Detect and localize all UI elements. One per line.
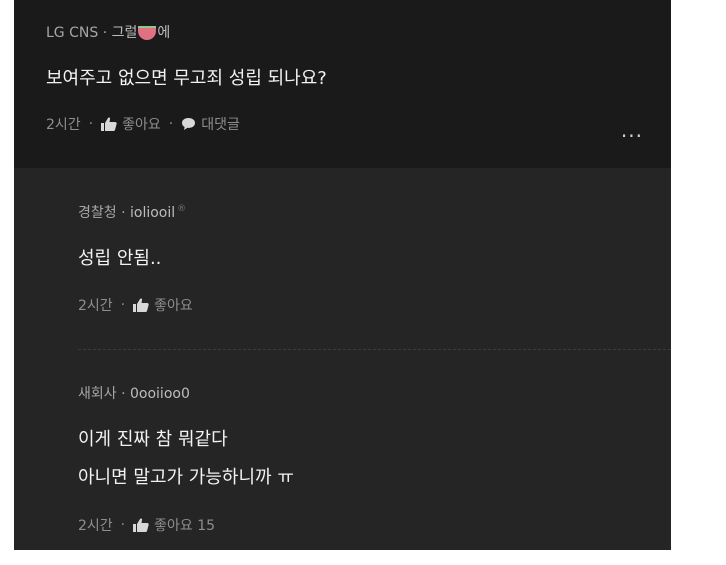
author-nickname[interactable]: ioliooil <box>130 205 175 221</box>
parent-comment: LG CNS · 그럴 에 보여주고 없으면 무고죄 성립 되나요? 2시간 · … <box>14 0 671 168</box>
author-nickname[interactable]: 그럴 <box>112 25 138 41</box>
reply-time: 2시간 <box>78 298 113 314</box>
reply-time: 2시간 <box>78 518 113 534</box>
meta-dot: · <box>120 517 126 533</box>
thumbs-up-icon <box>133 298 149 312</box>
meta-separator: · <box>102 25 108 41</box>
author-nickname-suffix: 에 <box>157 25 171 41</box>
like-label: 좋아요 <box>154 298 193 314</box>
meta-separator: · <box>121 205 126 221</box>
like-button[interactable]: 좋아요 <box>133 295 193 315</box>
more-dots-icon[interactable]: ... <box>621 118 643 142</box>
meta-separator: · <box>121 386 126 402</box>
reply-button[interactable]: 대댓글 <box>181 114 240 134</box>
comment-text: 보여주고 없으면 무고죄 성립 되나요? <box>46 68 327 89</box>
comment-actions: 2시간 · 좋아요 · 대댓글 <box>46 114 240 134</box>
author-company: 경찰청 <box>78 205 117 221</box>
meta-dot: · <box>88 116 94 132</box>
author-company: LG CNS <box>46 25 99 41</box>
like-button[interactable]: 좋아요 <box>101 114 161 134</box>
watermelon-icon <box>138 26 157 40</box>
reply-text-line-1: 이게 진짜 참 뭐같다 <box>78 429 228 450</box>
reply-divider <box>78 349 671 350</box>
reply-label: 대댓글 <box>201 117 240 133</box>
author-nickname[interactable]: 0ooiioo0 <box>130 386 190 402</box>
reply-text: 성립 안됨.. <box>78 248 162 269</box>
speech-bubble-icon <box>182 118 196 130</box>
reply-author-line: 경찰청 · ioliooil ® <box>78 202 186 222</box>
reply-actions: 2시간 · 좋아요 <box>78 295 193 315</box>
comment-time: 2시간 <box>46 117 81 133</box>
comment-thread: LG CNS · 그럴 에 보여주고 없으면 무고죄 성립 되나요? 2시간 · … <box>14 0 671 550</box>
verified-mark-icon: ® <box>177 204 187 215</box>
like-label: 좋아요 <box>122 117 161 133</box>
thumbs-up-icon <box>101 117 117 131</box>
author-line: LG CNS · 그럴 에 <box>46 22 170 42</box>
author-company: 새회사 <box>78 386 117 402</box>
meta-dot: · <box>168 116 174 132</box>
reply-actions: 2시간 · 좋아요 15 <box>78 515 215 535</box>
like-button[interactable]: 좋아요 15 <box>133 515 215 535</box>
reply-author-line: 새회사 · 0ooiioo0 <box>78 383 190 403</box>
like-count-label: 좋아요 15 <box>154 518 216 534</box>
reply-text-line-2: 아니면 말고가 가능하니까 ㅠ <box>78 467 294 488</box>
thumbs-up-icon <box>133 518 149 532</box>
meta-dot: · <box>120 297 126 313</box>
